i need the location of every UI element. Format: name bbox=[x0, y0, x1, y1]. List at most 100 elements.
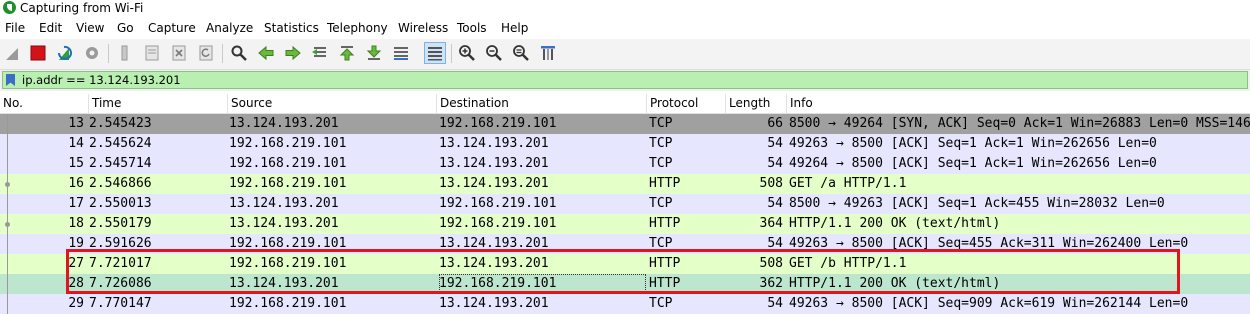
menu-analyze[interactable]: Analyze bbox=[206, 20, 253, 36]
packet-source: 192.168.219.101 bbox=[229, 296, 347, 311]
close-file-icon[interactable] bbox=[169, 43, 189, 63]
autoscroll-icon[interactable] bbox=[391, 43, 411, 63]
go-last-packet-icon[interactable] bbox=[364, 43, 384, 63]
packet-protocol: TCP bbox=[649, 296, 673, 311]
packet-row[interactable]: 19 2.591626 192.168.219.101 13.124.193.201 T… bbox=[0, 234, 1250, 254]
packet-destination: 192.168.219.101 bbox=[439, 216, 557, 231]
zoom-in-icon[interactable] bbox=[457, 43, 477, 63]
packet-protocol: TCP bbox=[649, 116, 673, 131]
packet-row[interactable]: 13 2.545423 13.124.193.201 192.168.219.101 T… bbox=[0, 114, 1250, 134]
reload-file-icon[interactable] bbox=[196, 43, 216, 63]
packet-source: 192.168.219.101 bbox=[229, 156, 347, 171]
packet-number: 28 bbox=[68, 276, 84, 291]
packet-row[interactable]: 16 2.546866 192.168.219.101 13.124.193.201 H… bbox=[0, 174, 1250, 194]
restart-capture-icon[interactable] bbox=[55, 43, 75, 63]
column-header-source[interactable]: Source bbox=[227, 94, 436, 113]
shark-fin-start-icon[interactable] bbox=[3, 43, 23, 63]
packet-row[interactable]: 27 7.721017 192.168.219.101 13.124.193.201 H… bbox=[0, 254, 1250, 274]
packet-list-header: No. Time Source Destination Protocol Len… bbox=[0, 94, 1250, 114]
packet-length: 508 bbox=[759, 176, 783, 191]
menu-go[interactable]: Go bbox=[117, 20, 134, 36]
response-marker bbox=[5, 222, 10, 227]
packet-source: 13.124.193.201 bbox=[229, 276, 339, 291]
packet-protocol: HTTP bbox=[649, 216, 681, 231]
menu-view[interactable]: View bbox=[76, 20, 104, 36]
packet-destination: 192.168.219.101 bbox=[439, 196, 557, 211]
packet-time: 2.545423 bbox=[89, 116, 152, 131]
bookmark-icon[interactable] bbox=[6, 74, 15, 86]
packet-protocol: TCP bbox=[649, 156, 673, 171]
packet-destination: 192.168.219.101 bbox=[439, 274, 646, 294]
menu-telephony[interactable]: Telephony bbox=[327, 20, 388, 36]
packet-source: 192.168.219.101 bbox=[229, 136, 347, 151]
packet-info: GET /a HTTP/1.1 bbox=[789, 176, 907, 191]
packet-number: 17 bbox=[68, 196, 84, 211]
toolbar-separator bbox=[451, 44, 452, 63]
colorize-icon[interactable] bbox=[424, 42, 446, 64]
packet-destination: 192.168.219.101 bbox=[439, 116, 557, 131]
packet-row[interactable]: 18 2.550179 13.124.193.201 192.168.219.101 H… bbox=[0, 214, 1250, 234]
column-header-info[interactable]: Info bbox=[786, 94, 1250, 113]
packet-source: 192.168.219.101 bbox=[229, 236, 347, 251]
title-bar: Capturing from Wi-Fi bbox=[0, 0, 1250, 17]
go-back-icon[interactable] bbox=[256, 43, 276, 63]
menu-tools[interactable]: Tools bbox=[457, 20, 487, 36]
packet-info: HTTP/1.1 200 OK (text/html) bbox=[789, 276, 1001, 291]
packet-number: 27 bbox=[68, 256, 84, 271]
column-header-protocol[interactable]: Protocol bbox=[646, 94, 725, 113]
packet-source: 192.168.219.101 bbox=[229, 256, 347, 271]
packet-protocol: HTTP bbox=[649, 176, 681, 191]
packet-row[interactable]: 17 2.550013 13.124.193.201 192.168.219.101 T… bbox=[0, 194, 1250, 214]
packet-length: 54 bbox=[767, 236, 783, 251]
normal-size-icon[interactable] bbox=[511, 43, 531, 63]
column-header-no[interactable]: No. bbox=[0, 94, 88, 113]
open-file-icon[interactable] bbox=[115, 43, 135, 63]
packet-time: 2.545624 bbox=[89, 136, 152, 151]
stop-capture-icon[interactable] bbox=[28, 43, 48, 63]
menu-help[interactable]: Help bbox=[501, 20, 528, 36]
packet-protocol: TCP bbox=[649, 236, 673, 251]
save-file-icon[interactable] bbox=[142, 43, 162, 63]
packet-number: 16 bbox=[68, 176, 84, 191]
resize-columns-icon[interactable] bbox=[538, 43, 558, 63]
packet-row[interactable]: 14 2.545624 192.168.219.101 13.124.193.201 T… bbox=[0, 134, 1250, 154]
packet-info: 49263 → 8500 [ACK] Seq=1 Ack=1 Win=26265… bbox=[789, 136, 1157, 151]
capture-options-icon[interactable] bbox=[82, 43, 102, 63]
menu-edit[interactable]: Edit bbox=[39, 20, 62, 36]
go-first-packet-icon[interactable] bbox=[337, 43, 357, 63]
menu-statistics[interactable]: Statistics bbox=[264, 20, 319, 36]
zoom-out-icon[interactable] bbox=[484, 43, 504, 63]
column-header-time[interactable]: Time bbox=[88, 94, 227, 113]
packet-destination: 13.124.193.201 bbox=[439, 156, 549, 171]
packet-protocol: HTTP bbox=[649, 276, 681, 291]
packet-time: 7.726086 bbox=[89, 276, 152, 291]
filter-text: ip.addr == 13.124.193.201 bbox=[22, 73, 181, 87]
packet-source: 13.124.193.201 bbox=[229, 116, 339, 131]
packet-protocol: TCP bbox=[649, 196, 673, 211]
go-to-packet-icon[interactable] bbox=[310, 43, 330, 63]
packet-row[interactable]: 29 7.770147 192.168.219.101 13.124.193.201 T… bbox=[0, 294, 1250, 314]
column-header-length[interactable]: Length bbox=[725, 94, 786, 113]
packet-info: 8500 → 49263 [ACK] Seq=1 Ack=455 Win=280… bbox=[789, 196, 1165, 211]
packet-info: 8500 → 49264 [SYN, ACK] Seq=0 Ack=1 Win=… bbox=[789, 116, 1250, 131]
packet-time: 2.550179 bbox=[89, 216, 152, 231]
packet-time: 2.546866 bbox=[89, 176, 152, 191]
window-title: Capturing from Wi-Fi bbox=[20, 1, 144, 15]
find-packet-icon[interactable] bbox=[229, 43, 249, 63]
packet-time: 7.770147 bbox=[89, 296, 152, 311]
packet-time: 7.721017 bbox=[89, 256, 152, 271]
packet-destination: 13.124.193.201 bbox=[439, 136, 549, 151]
packet-length: 54 bbox=[767, 196, 783, 211]
packet-length: 54 bbox=[767, 296, 783, 311]
menu-wireless[interactable]: Wireless bbox=[398, 20, 448, 36]
display-filter-input[interactable]: ip.addr == 13.124.193.201 bbox=[2, 71, 1248, 89]
menu-capture[interactable]: Capture bbox=[148, 20, 196, 36]
menu-file[interactable]: File bbox=[5, 20, 25, 36]
packet-row[interactable]: 15 2.545714 192.168.219.101 13.124.193.201 T… bbox=[0, 154, 1250, 174]
packet-row[interactable]: 28 7.726086 13.124.193.201 192.168.219.101 H… bbox=[0, 274, 1250, 294]
go-forward-icon[interactable] bbox=[283, 43, 303, 63]
column-header-destination[interactable]: Destination bbox=[436, 94, 646, 113]
packet-info: 49264 → 8500 [ACK] Seq=1 Ack=1 Win=26265… bbox=[789, 156, 1157, 171]
packet-time: 2.550013 bbox=[89, 196, 152, 211]
packet-length: 54 bbox=[767, 156, 783, 171]
